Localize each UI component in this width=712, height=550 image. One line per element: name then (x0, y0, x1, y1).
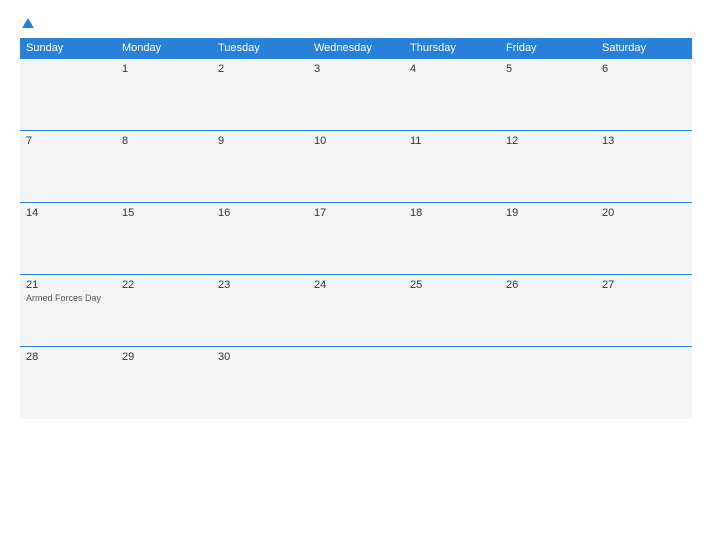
calendar-cell: 21 Armed Forces Day (20, 275, 116, 347)
calendar-cell: 7 (20, 131, 116, 203)
calendar-cell: 26 (500, 275, 596, 347)
day-number: 13 (602, 135, 686, 147)
day-number: 17 (314, 207, 398, 219)
day-number: 18 (410, 207, 494, 219)
day-number: 11 (410, 135, 494, 147)
calendar-cell: 27 (596, 275, 692, 347)
weekday-header-saturday: Saturday (596, 38, 692, 59)
calendar-week-0: 123456 (20, 59, 692, 131)
calendar-week-4: 28 29 30 (20, 347, 692, 419)
day-number: 20 (602, 207, 686, 219)
day-number: 5 (506, 63, 590, 75)
calendar-cell (308, 347, 404, 419)
holiday-label: Armed Forces Day (26, 293, 110, 303)
weekday-header-thursday: Thursday (404, 38, 500, 59)
day-number: 27 (602, 279, 686, 291)
calendar-cell: 30 (212, 347, 308, 419)
calendar-cell: 20 (596, 203, 692, 275)
calendar-table: SundayMondayTuesdayWednesdayThursdayFrid… (20, 38, 692, 419)
logo-triangle-icon (22, 18, 34, 28)
day-number: 19 (506, 207, 590, 219)
weekday-header-monday: Monday (116, 38, 212, 59)
day-number: 6 (602, 63, 686, 75)
calendar-cell: 19 (500, 203, 596, 275)
day-number: 24 (314, 279, 398, 291)
calendar-cell: 18 (404, 203, 500, 275)
calendar-cell: 24 (308, 275, 404, 347)
calendar-cell: 13 (596, 131, 692, 203)
calendar-cell: 10 (308, 131, 404, 203)
calendar-page: SundayMondayTuesdayWednesdayThursdayFrid… (0, 0, 712, 550)
day-number: 3 (314, 63, 398, 75)
day-number: 16 (218, 207, 302, 219)
day-number: 10 (314, 135, 398, 147)
day-number: 29 (122, 351, 206, 363)
calendar-cell: 3 (308, 59, 404, 131)
calendar-cell: 5 (500, 59, 596, 131)
day-number: 30 (218, 351, 302, 363)
calendar-cell: 1 (116, 59, 212, 131)
day-number: 9 (218, 135, 302, 147)
calendar-header (20, 18, 692, 28)
calendar-cell: 14 (20, 203, 116, 275)
calendar-cell: 25 (404, 275, 500, 347)
day-number: 21 (26, 279, 110, 291)
logo (20, 18, 34, 28)
day-number: 25 (410, 279, 494, 291)
calendar-cell: 9 (212, 131, 308, 203)
calendar-cell: 23 (212, 275, 308, 347)
weekday-header-sunday: Sunday (20, 38, 116, 59)
calendar-cell (500, 347, 596, 419)
day-number: 26 (506, 279, 590, 291)
calendar-week-1: 789 10 11 12 13 (20, 131, 692, 203)
calendar-header-row: SundayMondayTuesdayWednesdayThursdayFrid… (20, 38, 692, 59)
day-number: 12 (506, 135, 590, 147)
day-number: 28 (26, 351, 110, 363)
day-number: 4 (410, 63, 494, 75)
calendar-cell: 15 (116, 203, 212, 275)
weekday-header-tuesday: Tuesday (212, 38, 308, 59)
calendar-body: 123456789101112131415161718192021Armed F… (20, 59, 692, 419)
calendar-cell: 12 (500, 131, 596, 203)
calendar-week-3: 21 Armed Forces Day 22 23 24 25 26 27 (20, 275, 692, 347)
calendar-cell: 16 (212, 203, 308, 275)
calendar-cell: 17 (308, 203, 404, 275)
day-number: 14 (26, 207, 110, 219)
calendar-cell: 22 (116, 275, 212, 347)
calendar-cell: 8 (116, 131, 212, 203)
calendar-cell (404, 347, 500, 419)
day-number: 2 (218, 63, 302, 75)
calendar-cell: 2 (212, 59, 308, 131)
calendar-cell: 11 (404, 131, 500, 203)
calendar-cell: 28 (20, 347, 116, 419)
day-number: 15 (122, 207, 206, 219)
calendar-cell: 29 (116, 347, 212, 419)
calendar-cell: 4 (404, 59, 500, 131)
calendar-cell (596, 347, 692, 419)
day-number: 23 (218, 279, 302, 291)
day-number: 1 (122, 63, 206, 75)
calendar-cell: 6 (596, 59, 692, 131)
calendar-cell (20, 59, 116, 131)
day-number: 22 (122, 279, 206, 291)
weekday-header-friday: Friday (500, 38, 596, 59)
day-number: 7 (26, 135, 110, 147)
day-number: 8 (122, 135, 206, 147)
calendar-week-2: 14 15 16 17 18 19 20 (20, 203, 692, 275)
weekday-header-wednesday: Wednesday (308, 38, 404, 59)
